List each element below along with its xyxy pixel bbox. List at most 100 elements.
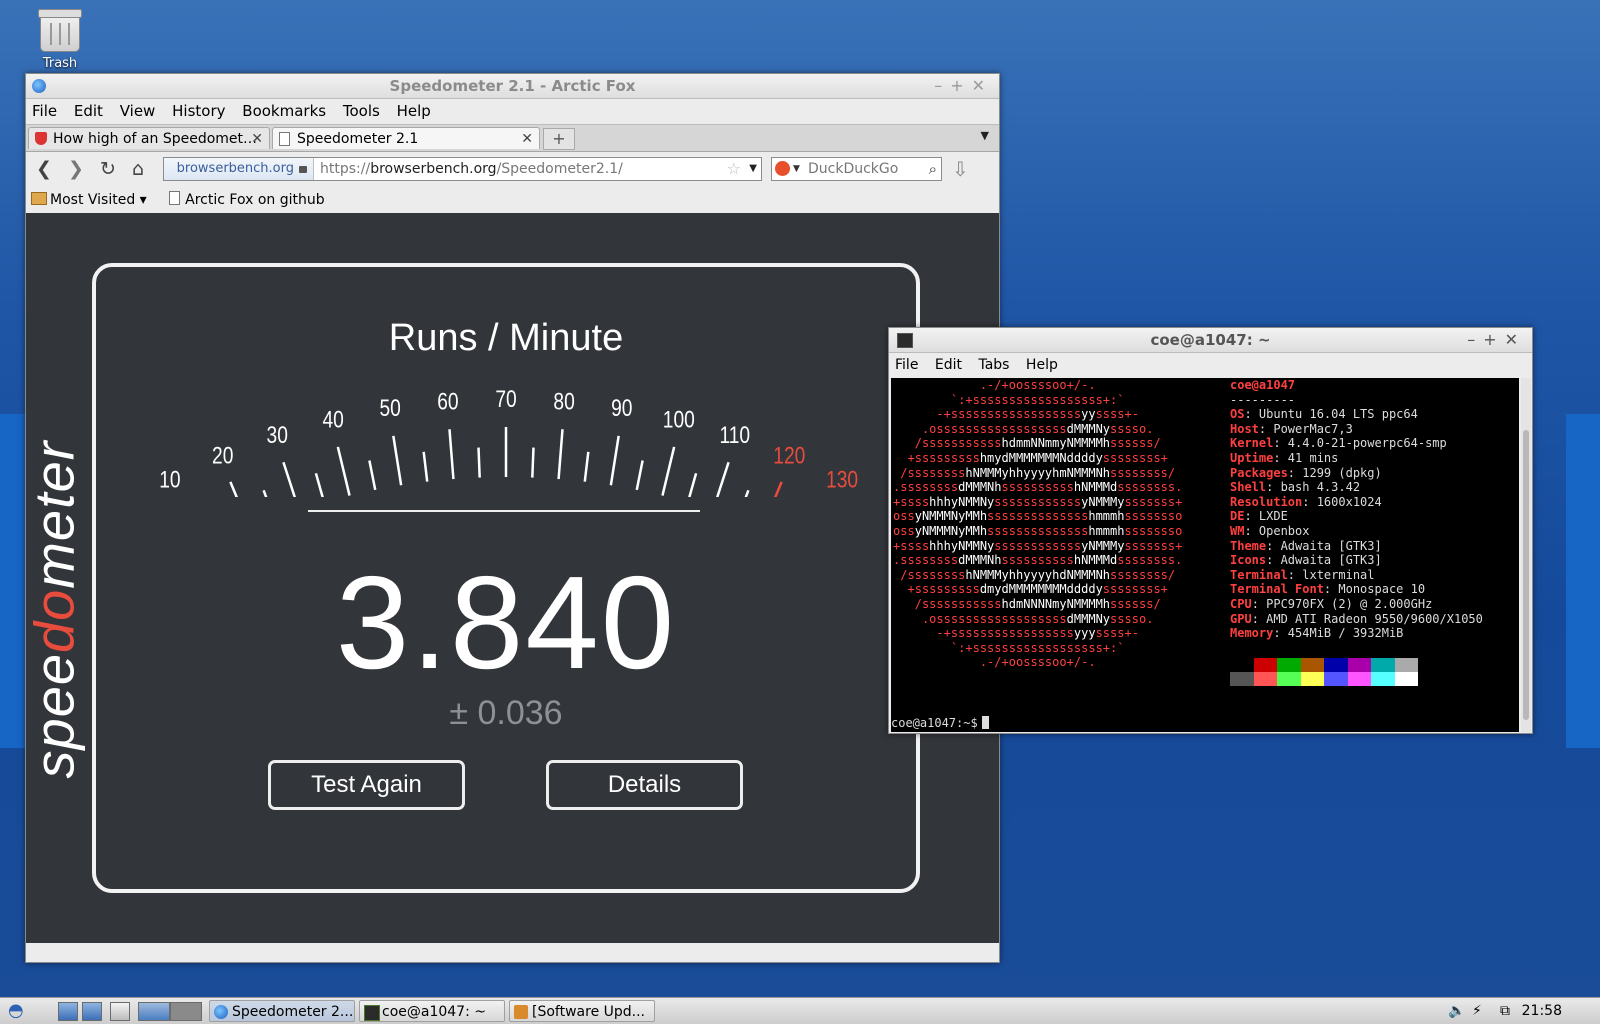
browser-menubar: File Edit View History Bookmarks Tools H… [26,99,999,124]
menu-edit[interactable]: Edit [74,102,103,120]
window-controls[interactable]: –+✕ [1467,328,1526,352]
menu-file[interactable]: File [895,357,918,373]
window-icon[interactable] [110,1002,130,1021]
close-icon[interactable]: ✕ [521,128,533,149]
shell-prompt[interactable]: coe@a1047:~$ [891,716,989,731]
desktop-switcher-icon[interactable] [82,1002,102,1021]
gauge-divider [308,510,700,512]
workspace-1-icon[interactable] [138,1002,170,1021]
clock: 21:58 [1521,1003,1562,1019]
menu-history[interactable]: History [172,102,225,120]
forward-icon[interactable]: ❯ [68,158,84,180]
page-icon [279,132,290,146]
menu-help[interactable]: Help [397,102,431,120]
gauge-label: 60 [437,387,458,415]
reload-icon[interactable]: ↻ [100,158,116,180]
network-icon[interactable]: ⧉ [1500,1000,1510,1022]
search-input[interactable]: DuckDuckGo [808,158,898,180]
terminal-icon [897,333,913,348]
gauge: 0102030405060708090100110120130140 [159,387,858,497]
trash-icon [38,9,82,52]
menu-file[interactable]: File [32,102,57,120]
bookmark-arctic-fox-github[interactable]: Arctic Fox on github [169,186,325,214]
workspace-2-icon[interactable] [170,1002,202,1021]
task-terminal[interactable]: coe@a1047: ~ [359,1000,505,1022]
menu-edit[interactable]: Edit [935,357,962,373]
browser-window: Speedometer 2.1 - Arctic Fox –+✕ File Ed… [25,73,1000,963]
logo-line: .ssssssssdMMMNhsssssssssshNMMMdssssssss. [893,480,1183,495]
desktop-trash[interactable]: Trash [30,9,90,71]
window-controls[interactable]: –+✕ [934,74,993,98]
download-icon[interactable]: ⇩ [952,157,969,181]
info-row: Host: PowerMac7,3 [1230,421,1353,436]
menu-help[interactable]: Help [1026,357,1058,373]
gauge-tick [392,435,403,486]
url-bar[interactable]: browserbench.org https://browserbench.or… [163,157,762,181]
menu-tabs[interactable]: Tabs [978,357,1009,373]
bookmark-star-icon[interactable]: ☆ [727,158,741,180]
file-manager-icon[interactable] [58,1002,78,1021]
menu-view[interactable]: View [120,102,156,120]
logo-line: -+sssssssssssssssssyyyssss+- [936,626,1139,641]
gauge-tick [715,461,730,497]
info-row: Shell: bash 4.3.42 [1230,480,1361,495]
gauge-label: 120 [773,441,805,469]
search-engine-dropdown-icon[interactable]: ▼ [793,158,800,180]
tab-speedometer-question[interactable]: How high of an Speedomet… ✕ [28,127,270,149]
gauge-tick [336,446,351,496]
test-again-button[interactable]: Test Again [268,760,465,810]
gauge-label: 70 [495,387,516,413]
info-row: Kernel: 4.4.0-21-powerpc64-smp [1230,436,1447,451]
volume-icon[interactable]: 🔈 [1448,1000,1465,1022]
menu-bookmarks[interactable]: Bookmarks [242,102,326,120]
info-row: Uptime: 41 mins [1230,450,1339,465]
tab-speedometer[interactable]: Speedometer 2.1 ✕ [272,127,540,149]
ubuntu-ascii-logo: .-/+oossssoo+/-. `:+ssssssssssssssssss+:… [893,378,1182,670]
gauge-label: 50 [380,394,401,422]
logo-line: .ssssssssdMMMNhsssssssssshNMMMdssssssss. [893,553,1183,568]
palette-dark-row [1230,658,1418,672]
bookmark-most-visited[interactable]: Most Visited ▾ [31,186,147,214]
gauge-tick [583,451,590,482]
info-row: Resolution: 1600x1024 [1230,494,1382,509]
new-tab-button[interactable]: + [543,128,575,150]
info-row: Memory: 454MiB / 3932MiB [1230,626,1404,641]
logo-line: .ossssssssssssssssssdMMMNysssso. [921,421,1154,436]
terminal-titlebar[interactable]: coe@a1047: ~ –+✕ [889,328,1532,353]
gauge-tick [661,446,676,496]
power-icon[interactable]: ⚡ [1472,1000,1482,1022]
duckduckgo-icon[interactable] [775,161,790,176]
site-identity[interactable]: browserbench.org [164,158,314,180]
details-button[interactable]: Details [546,760,743,810]
home-icon[interactable]: ⌂ [132,158,144,180]
score-value: 3.840 [335,549,677,696]
back-icon[interactable]: ❮ [36,158,52,180]
task-speedometer[interactable]: Speedometer 2... [209,1000,355,1022]
palette-swatch [1394,658,1418,672]
close-icon[interactable]: ✕ [251,128,263,149]
logo-line: .-/+oossssoo+/-. [979,655,1096,670]
gauge-tick [744,489,750,497]
search-bar[interactable]: ▼ DuckDuckGo ⌕ [771,157,942,181]
palette-swatch [1347,672,1371,686]
terminal-screen[interactable]: .-/+oossssoo+/-. `:+ssssssssssssssssss+:… [891,378,1519,732]
url-dropdown-icon[interactable]: ▼ [749,158,757,180]
gauge-label: 110 [719,421,750,449]
info-row: Theme: Adwaita [GTK3] [1230,538,1382,553]
gauge-tick [688,472,698,497]
desktop-stripe-right [1566,414,1600,748]
gauge-tick [368,460,377,491]
menu-tools[interactable]: Tools [343,102,380,120]
tab-list-dropdown-icon[interactable]: ▼ [981,129,989,142]
url-text[interactable]: https://browserbench.org/Speedometer2.1/ [320,158,623,180]
palette-swatch [1371,672,1395,686]
palette-swatch [1230,658,1254,672]
terminal-scrollbar[interactable] [1521,378,1531,732]
search-icon[interactable]: ⌕ [929,158,937,180]
user-host: coe@a1047 [1230,378,1296,392]
browser-titlebar[interactable]: Speedometer 2.1 - Arctic Fox –+✕ [26,74,999,99]
gauge-tick [477,447,481,478]
start-menu-icon[interactable]: ◓ [8,1000,24,1022]
palette-swatch [1300,672,1324,686]
task-software-updater[interactable]: [Software Upd... [509,1000,655,1022]
